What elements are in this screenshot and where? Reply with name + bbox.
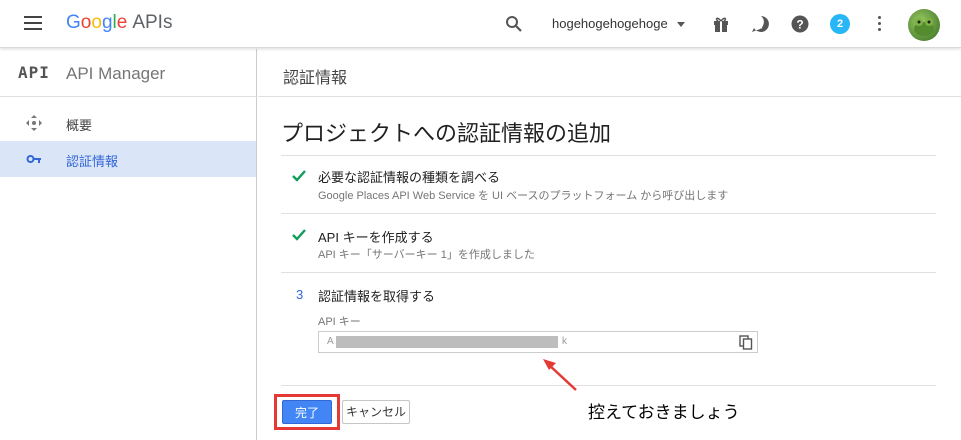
done-button[interactable]: 完了 <box>282 400 332 424</box>
api-logo-icon: API <box>18 63 50 82</box>
sidebar: API API Manager 概要 認証情報 <box>0 49 257 440</box>
copy-icon[interactable] <box>739 335 753 350</box>
step-number: 3 <box>296 287 304 302</box>
main-header: 認証情報 <box>258 49 961 97</box>
api-key-label: API キー <box>318 316 361 328</box>
sidebar-title[interactable]: API Manager <box>66 64 165 84</box>
sidebar-item-label: 認証情報 <box>66 154 119 169</box>
chevron-down-icon[interactable] <box>677 22 685 27</box>
gift-icon[interactable] <box>711 14 731 34</box>
api-key-field[interactable]: A k <box>318 331 758 353</box>
logo-letter: G <box>66 12 81 33</box>
check-icon <box>292 170 306 182</box>
more-vert-icon[interactable] <box>878 16 882 32</box>
key-icon <box>26 155 41 163</box>
google-apis-logo[interactable]: Google APIs <box>66 12 172 34</box>
logo-letter: e <box>116 12 128 33</box>
project-selector[interactable]: hogehogehogehoge <box>552 16 668 31</box>
check-icon <box>292 229 306 241</box>
avatar-image <box>914 18 934 36</box>
logo-letter: o <box>80 12 92 33</box>
divider <box>281 155 936 156</box>
step-title: API キーを作成する <box>318 230 434 245</box>
sidebar-item-overview[interactable]: 概要 <box>0 105 256 141</box>
api-key-prefix: A <box>327 336 334 347</box>
svg-text:?: ? <box>796 18 803 32</box>
sidebar-item-credentials[interactable]: 認証情報 <box>0 141 256 177</box>
notification-badge[interactable]: 2 <box>830 14 850 34</box>
step-subtitle: Google Places API Web Service を UI ベースのプ… <box>318 190 729 202</box>
avatar[interactable] <box>908 9 940 41</box>
annotation-arrow-icon <box>543 359 577 391</box>
move-icon <box>26 115 42 131</box>
divider <box>281 213 936 214</box>
api-key-redaction <box>336 336 558 348</box>
logo-letter: o <box>91 12 102 33</box>
menu-icon[interactable] <box>24 16 44 32</box>
divider <box>281 385 936 386</box>
logo-suffix: APIs <box>132 12 173 33</box>
sidebar-item-label: 概要 <box>66 118 93 133</box>
step-title: 必要な認証情報の種類を調べる <box>318 170 501 185</box>
step-title: 認証情報を取得する <box>318 289 436 304</box>
help-icon[interactable]: ? <box>790 14 810 34</box>
top-bar: Google APIs hogehogehogehoge ? 2 <box>0 0 961 48</box>
step-subtitle: API キー「サーバーキー 1」を作成しました <box>318 249 535 261</box>
api-key-suffix: k <box>562 336 567 347</box>
search-icon[interactable] <box>505 15 523 33</box>
annotation-text: 控えておきましょう <box>588 403 740 423</box>
alert-icon[interactable] <box>751 14 771 34</box>
page-title: プロジェクトへの認証情報の追加 <box>281 121 612 146</box>
sidebar-header: API API Manager <box>0 49 256 97</box>
logo-letter: g <box>101 12 113 33</box>
main-header-title: 認証情報 <box>283 70 348 87</box>
divider <box>281 272 936 273</box>
cancel-button[interactable]: キャンセル <box>342 400 410 424</box>
